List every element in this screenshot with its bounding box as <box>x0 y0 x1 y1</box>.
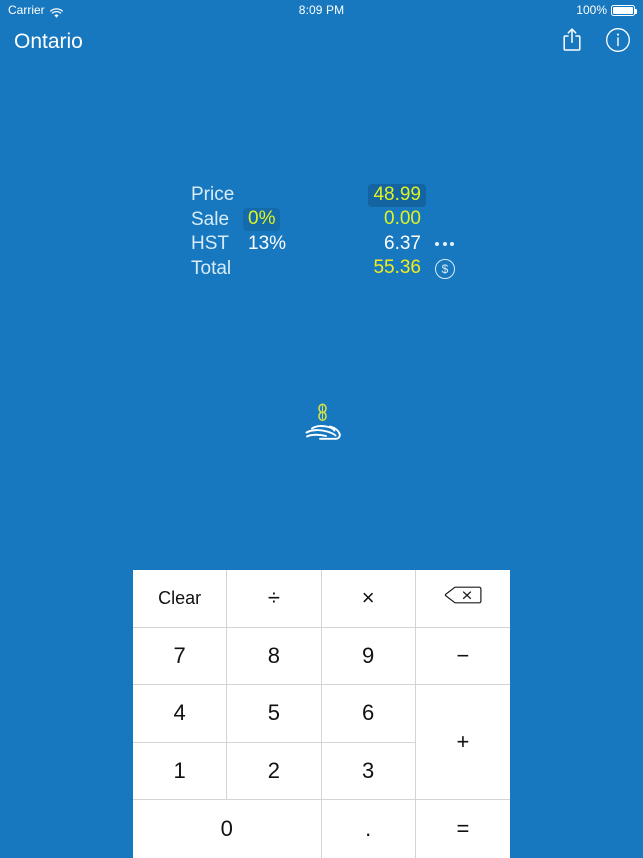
key-4[interactable]: 4 <box>133 685 228 743</box>
hst-trailing[interactable] <box>435 232 481 256</box>
price-label: Price <box>191 184 235 206</box>
key-clear[interactable]: Clear <box>133 570 228 628</box>
navigation-bar: Ontario <box>0 20 643 64</box>
key-5[interactable]: 5 <box>227 685 322 743</box>
battery-full-icon <box>611 4 638 16</box>
sale-percent[interactable]: 0% <box>243 208 281 232</box>
navigation-actions <box>557 20 633 64</box>
sale-value: 0.00 <box>384 208 421 230</box>
hst-label: HST <box>191 233 229 255</box>
sale-trailing <box>435 208 481 232</box>
key-7[interactable]: 7 <box>133 627 228 686</box>
key-0[interactable]: 0 <box>133 800 322 858</box>
backspace-icon <box>443 585 483 611</box>
hst-percent[interactable]: 13% <box>243 233 291 256</box>
price-trailing <box>435 183 481 207</box>
share-icon <box>562 27 582 57</box>
info-button[interactable] <box>603 26 633 58</box>
share-button[interactable] <box>557 26 587 58</box>
key-equals[interactable]: = <box>415 800 510 858</box>
receipt-row-price: Price 48.99 <box>191 183 481 208</box>
calculation-display: Price 48.99 Sale 0% 0.00 HST 13% 6.37 To… <box>191 183 481 281</box>
key-decimal[interactable]: . <box>321 800 416 858</box>
price-value[interactable]: 48.99 <box>368 183 426 207</box>
calculator-keypad: Clear ÷ × 7 8 9 − 4 5 6 + 1 2 3 0 . = <box>133 570 510 858</box>
hst-value: 6.37 <box>384 232 421 254</box>
total-trailing[interactable]: $ <box>435 257 481 281</box>
dollar-circle-icon[interactable]: $ <box>435 258 455 279</box>
sale-label: Sale <box>191 208 230 230</box>
status-bar-time: 8:09 PM <box>298 3 345 17</box>
key-multiply[interactable]: × <box>321 570 416 628</box>
key-9[interactable]: 9 <box>321 627 416 686</box>
info-circle-icon <box>605 27 631 58</box>
key-backspace[interactable] <box>415 570 510 628</box>
key-minus[interactable]: − <box>415 627 510 686</box>
total-label: Total <box>191 257 232 279</box>
key-6[interactable]: 6 <box>321 685 416 743</box>
status-bar: Carrier 8:09 PM 100% <box>0 0 643 20</box>
key-3[interactable]: 3 <box>321 742 416 801</box>
battery-percent-label: 100% <box>576 3 607 17</box>
app-root: Carrier 8:09 PM 100% Ontario Price 48.99… <box>0 0 643 858</box>
key-plus[interactable]: + <box>415 685 510 801</box>
key-1[interactable]: 1 <box>133 742 228 801</box>
hand-holding-coins-icon <box>300 402 344 442</box>
more-dots-icon[interactable] <box>435 242 454 247</box>
receipt-row-hst: HST 13% 6.37 <box>191 232 481 257</box>
total-value: 55.36 <box>373 257 421 279</box>
key-divide[interactable]: ÷ <box>227 570 322 628</box>
status-bar-right: 100% <box>576 0 638 20</box>
key-8[interactable]: 8 <box>227 627 322 686</box>
receipt-row-sale: Sale 0% 0.00 <box>191 208 481 233</box>
receipt-row-total: Total 55.36 $ <box>191 257 481 282</box>
key-2[interactable]: 2 <box>227 742 322 801</box>
page-title: Ontario <box>14 30 83 53</box>
